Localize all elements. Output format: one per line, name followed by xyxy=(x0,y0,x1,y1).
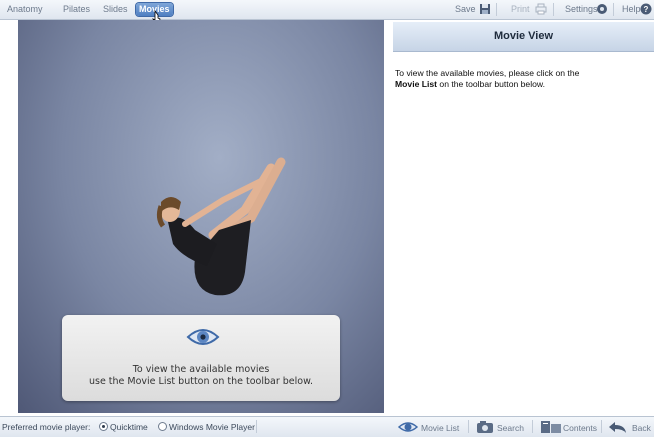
preferred-player-label: Preferred movie player: xyxy=(2,422,91,432)
bottom-toolbar: Preferred movie player: Quicktime Window… xyxy=(0,416,654,437)
eye-icon[interactable] xyxy=(398,420,418,434)
toolbar-divider xyxy=(496,3,497,16)
movie-hint-line-1: To view the available movies xyxy=(132,364,270,375)
movie-viewport[interactable]: To view the available movies use the Mov… xyxy=(18,20,384,413)
option-quicktime-label[interactable]: Quicktime xyxy=(110,421,148,433)
panel-header: Movie View xyxy=(393,22,654,52)
radio-quicktime[interactable] xyxy=(99,422,108,431)
tab-slides[interactable]: Slides xyxy=(100,3,131,16)
save-button[interactable]: Save xyxy=(455,3,476,16)
contents-icon[interactable] xyxy=(540,420,562,434)
print-button[interactable]: Print xyxy=(511,3,530,16)
toolbar-divider xyxy=(553,3,554,16)
eye-icon xyxy=(186,329,220,345)
printer-icon[interactable] xyxy=(535,3,547,15)
contents-button[interactable]: Contents xyxy=(563,422,597,434)
settings-button[interactable]: Settings xyxy=(565,3,598,16)
movie-view-instructions: To view the available movies, please cli… xyxy=(395,68,645,89)
movie-list-highlight: Movie List xyxy=(395,78,438,89)
floppy-disk-icon[interactable] xyxy=(479,3,491,15)
tab-pilates[interactable]: Pilates xyxy=(60,3,93,16)
option-windows-movie-player-label[interactable]: Windows Movie Player xyxy=(169,421,255,433)
instruction-text-rest: on the toolbar button below. xyxy=(437,78,546,89)
radio-windows-movie-player[interactable] xyxy=(158,422,167,431)
help-button[interactable]: Help xyxy=(622,3,641,16)
movie-hint-box: To view the available movies use the Mov… xyxy=(62,315,340,401)
movie-list-button[interactable]: Movie List xyxy=(421,422,459,434)
toolbar-divider xyxy=(256,420,257,433)
back-button[interactable]: Back xyxy=(632,422,651,434)
instruction-text: To view the available movies, please cli… xyxy=(395,68,580,78)
search-button[interactable]: Search xyxy=(497,422,524,434)
top-toolbar: Anatomy Pilates Slides Movies Save Print… xyxy=(0,0,654,20)
toolbar-divider xyxy=(532,420,533,433)
toolbar-divider xyxy=(613,3,614,16)
pilates-teaser-figure xyxy=(156,157,286,296)
search-icon[interactable] xyxy=(476,420,496,434)
movie-hint-line-2: use the Movie List button on the toolbar… xyxy=(88,376,314,387)
toolbar-divider xyxy=(601,420,602,433)
toolbar-divider xyxy=(468,420,469,433)
tab-anatomy[interactable]: Anatomy xyxy=(4,3,46,16)
help-icon[interactable]: ? xyxy=(640,3,652,15)
back-arrow-icon[interactable] xyxy=(607,420,629,434)
page-title: Movie View xyxy=(493,30,554,42)
svg-text:?: ? xyxy=(644,5,649,14)
gear-icon[interactable] xyxy=(596,3,608,15)
